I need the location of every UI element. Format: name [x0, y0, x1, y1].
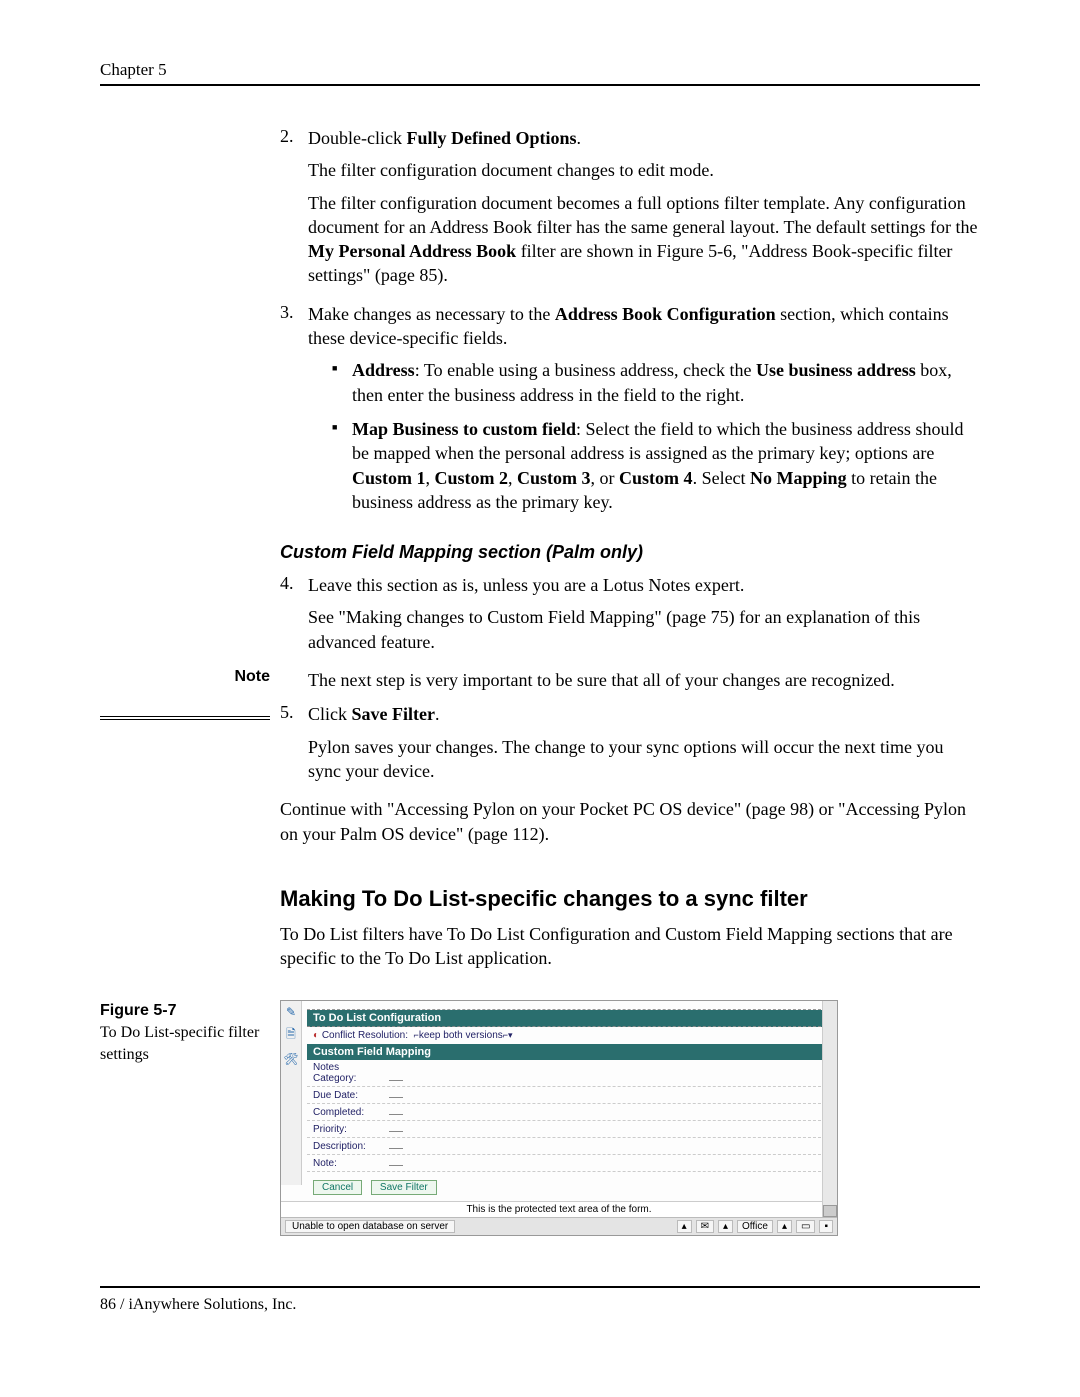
status-arrow-icon[interactable]: ▴ [777, 1220, 792, 1233]
step-2: 2. Double-click Fully Defined Options. T… [280, 126, 980, 288]
status-window-icon[interactable]: ▭ [796, 1220, 815, 1233]
status-up2-icon[interactable]: ▴ [718, 1220, 733, 1233]
bullet-map-business: Map Business to custom field: Select the… [332, 417, 978, 514]
running-header: Chapter 5 [100, 60, 980, 80]
step-3: 3. Make changes as necessary to the Addr… [280, 302, 980, 524]
ss-field-priority[interactable]: Priority: [307, 1121, 831, 1138]
ss-subhead-cfm: Custom Field Mapping [307, 1044, 831, 1060]
section-heading-todo: Making To Do List-specific changes to a … [280, 886, 980, 912]
ss-field-note[interactable]: Note: [307, 1155, 831, 1172]
step-2-para1: The filter configuration document change… [308, 158, 978, 182]
step-2-text: Double-click Fully Defined Options. [308, 128, 581, 148]
ss-field-notes-category[interactable]: Notes Category: [307, 1060, 831, 1087]
page-icon: 🗎 [281, 1025, 301, 1046]
ss-field-description[interactable]: Description: [307, 1138, 831, 1155]
save-filter-button[interactable]: Save Filter [371, 1180, 437, 1195]
step-4: 4. Leave this section as is, unless you … [280, 573, 980, 654]
step-5-text: Click Save Filter. [308, 704, 439, 724]
scrollbar[interactable] [822, 1001, 837, 1217]
figure-caption: Figure 5-7 To Do List-specific filter se… [100, 1000, 270, 1065]
ss-title-todo-config: To Do List Configuration [307, 1010, 831, 1027]
footer-text: 86 / iAnywhere Solutions, Inc. [100, 1296, 980, 1314]
tool-icon: 🛠 [281, 1052, 301, 1066]
status-mail-icon[interactable]: ✉ [696, 1220, 714, 1233]
footer-rule [100, 1286, 980, 1288]
bullet-address: Address: To enable using a business addr… [332, 358, 978, 407]
step-2-para2: The filter configuration document become… [308, 191, 978, 288]
ss-conflict-label: Conflict Resolution: [322, 1030, 408, 1041]
screenshot-todo-config: ✎ 🗎 🛠 To Do List Configuration ◐ Conflic… [280, 1000, 838, 1236]
header-rule [100, 84, 980, 86]
ss-field-due-date[interactable]: Due Date: [307, 1087, 831, 1104]
figure-caption-text: To Do List-specific filter settings [100, 1024, 259, 1063]
step-2-num: 2. [280, 126, 304, 147]
step-4-para1: See "Making changes to Custom Field Mapp… [308, 605, 978, 654]
status-up-icon[interactable]: ▴ [677, 1220, 692, 1233]
step-5: 5. Click Save Filter. Pylon saves your c… [280, 702, 980, 783]
step-3-text: Make changes as necessary to the Address… [308, 304, 949, 348]
step-3-num: 3. [280, 302, 304, 323]
ss-field-completed[interactable]: Completed: [307, 1104, 831, 1121]
note-label: Note [100, 668, 270, 686]
doc-icon: ✎ [281, 1005, 301, 1019]
continue-paragraph: Continue with "Accessing Pylon on your P… [280, 797, 980, 846]
ss-status-message: Unable to open database on server [285, 1220, 455, 1233]
step-5-para1: Pylon saves your changes. The change to … [308, 735, 978, 784]
ss-protected-text: This is the protected text area of the f… [281, 1201, 837, 1217]
step-4-text: Leave this section as is, unless you are… [308, 575, 744, 595]
note-text: The next step is very important to be su… [308, 668, 978, 692]
subhead-custom-field-mapping: Custom Field Mapping section (Palm only) [280, 542, 980, 563]
section-intro-todo: To Do List filters have To Do List Confi… [280, 922, 980, 971]
ss-conflict-row: ◐ Conflict Resolution: ⌐keep both versio… [307, 1027, 831, 1044]
cancel-button[interactable]: Cancel [313, 1180, 362, 1195]
note-rule [100, 716, 270, 720]
ss-conflict-value[interactable]: keep both versions [419, 1030, 503, 1041]
status-office[interactable]: Office [737, 1220, 773, 1233]
screenshot-left-iconbar: ✎ 🗎 🛠 [281, 1001, 302, 1185]
step-4-num: 4. [280, 573, 304, 594]
step-5-num: 5. [280, 702, 304, 723]
figure-label: Figure 5-7 [100, 1000, 270, 1022]
ss-status-bar: Unable to open database on server ▴ ✉ ▴ … [281, 1217, 837, 1235]
status-dash-icon[interactable]: ▪ [819, 1220, 833, 1233]
